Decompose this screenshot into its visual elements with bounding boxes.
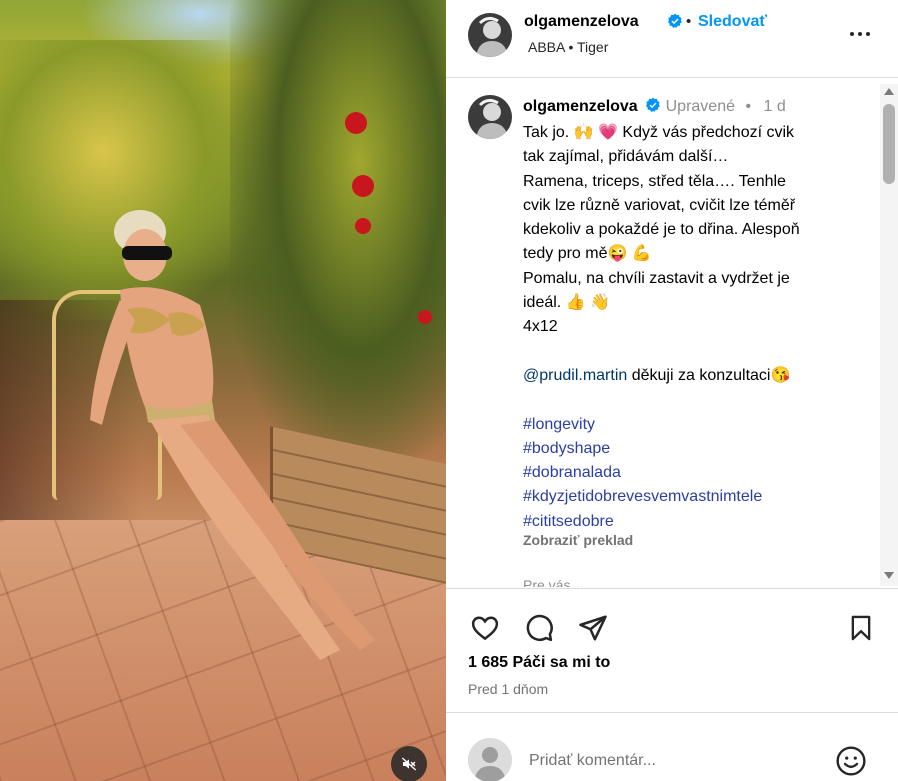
scroll-up-arrow-icon[interactable] bbox=[883, 87, 895, 97]
bookmark-icon bbox=[851, 615, 871, 641]
post-header: olgamenzelova • Sledovať ABBA • Tiger bbox=[446, 0, 898, 78]
caption-line: kdekoliv a pokaždé je to dřina. Alespoň bbox=[523, 221, 800, 239]
post-timestamp[interactable]: Pred 1 dňom bbox=[468, 681, 548, 697]
hashtag-link[interactable]: #cititsedobre bbox=[523, 510, 863, 534]
caption-line: cvik lze různě variovat, cvičit lze témě… bbox=[523, 196, 796, 214]
caption-line: Tak jo. 🙌 💗 Když vás předchozí cvik bbox=[523, 124, 795, 141]
profile-photo bbox=[468, 13, 512, 57]
caption-text: Tak jo. 🙌 💗 Když vás předchozí cvik tak … bbox=[523, 121, 863, 534]
hashtag-link[interactable]: #bodyshape bbox=[523, 437, 863, 461]
comment-bubble-icon bbox=[526, 614, 553, 642]
avatar[interactable] bbox=[468, 13, 512, 57]
hashtag-link[interactable]: #longevity bbox=[523, 413, 863, 437]
caption-line: Ramena, triceps, střed těla…. Tenhle bbox=[523, 172, 786, 190]
caption-line: tedy pro mě😜 💪 bbox=[523, 245, 652, 263]
emoji-smiley-icon[interactable] bbox=[835, 745, 867, 777]
scrollbar-thumb[interactable] bbox=[883, 104, 895, 184]
speaker-muted-icon bbox=[401, 757, 417, 771]
mention-link[interactable]: @prudil.martin bbox=[523, 367, 627, 384]
for-you-link[interactable]: Pre vás ⌄ bbox=[523, 577, 586, 587]
red-flower bbox=[418, 310, 432, 324]
comment-button[interactable] bbox=[522, 611, 556, 645]
hashtag-link[interactable]: #kdyzjetidobrevesvemvastnimtele bbox=[523, 485, 863, 509]
more-options-icon bbox=[850, 32, 870, 36]
caption-username[interactable]: olgamenzelova bbox=[523, 98, 638, 115]
caption-section: olgamenzelova Upravené • 1 d Tak jo. 🙌 💗… bbox=[446, 79, 898, 587]
share-button[interactable] bbox=[576, 611, 610, 645]
comment-bar bbox=[446, 712, 898, 781]
save-button[interactable] bbox=[844, 611, 878, 645]
default-avatar-icon bbox=[468, 738, 512, 781]
red-flower bbox=[352, 175, 374, 197]
post-side-panel: olgamenzelova • Sledovať ABBA • Tiger ol… bbox=[446, 0, 898, 781]
like-button[interactable] bbox=[468, 611, 502, 645]
verified-badge-icon bbox=[667, 13, 682, 28]
hashtag-link[interactable]: #dobranalada bbox=[523, 461, 863, 485]
more-options-button[interactable] bbox=[848, 22, 872, 46]
caption-line: @prudil.martin děkuji za konzultaci😘 bbox=[523, 364, 863, 388]
audio-track[interactable]: ABBA • Tiger bbox=[528, 39, 608, 55]
mute-button[interactable] bbox=[391, 746, 427, 781]
paper-plane-icon bbox=[579, 615, 607, 641]
edited-label: Upravené bbox=[665, 98, 735, 115]
caption-line: 4x12 bbox=[523, 318, 558, 336]
caption-line: ideál. 👍 👋 bbox=[523, 294, 610, 312]
verified-badge-icon bbox=[646, 97, 661, 112]
post-media-video[interactable] bbox=[0, 0, 446, 781]
scroll-down-arrow-icon[interactable] bbox=[883, 570, 895, 580]
caption-line: Pomalu, na chvíli zastavit a vydržet je bbox=[523, 269, 790, 287]
caption-scrollbar[interactable] bbox=[880, 84, 898, 586]
show-translation-link[interactable]: Zobraziť preklad bbox=[523, 532, 633, 548]
post-actions: 1 685 Páči sa mi to Pred 1 dňom bbox=[446, 588, 898, 712]
separator-dot: • bbox=[745, 98, 752, 115]
avatar[interactable] bbox=[468, 95, 512, 139]
person-figure bbox=[90, 210, 375, 660]
follow-button[interactable]: Sledovať bbox=[698, 13, 767, 31]
red-flower bbox=[345, 112, 367, 134]
likes-count[interactable]: 1 685 Páči sa mi to bbox=[468, 654, 610, 672]
mention-text: děkuji za konzultaci😘 bbox=[627, 366, 791, 384]
post-age[interactable]: 1 d bbox=[764, 98, 786, 115]
comment-input[interactable] bbox=[529, 749, 819, 773]
avatar bbox=[468, 738, 512, 781]
caption-line: tak zajímal, přidávám další… bbox=[523, 148, 729, 166]
caption-header: olgamenzelova Upravené • 1 d bbox=[523, 97, 786, 116]
separator-dot: • bbox=[686, 13, 692, 30]
heart-icon bbox=[471, 616, 499, 641]
author-username[interactable]: olgamenzelova bbox=[524, 13, 639, 31]
profile-photo bbox=[468, 95, 512, 139]
